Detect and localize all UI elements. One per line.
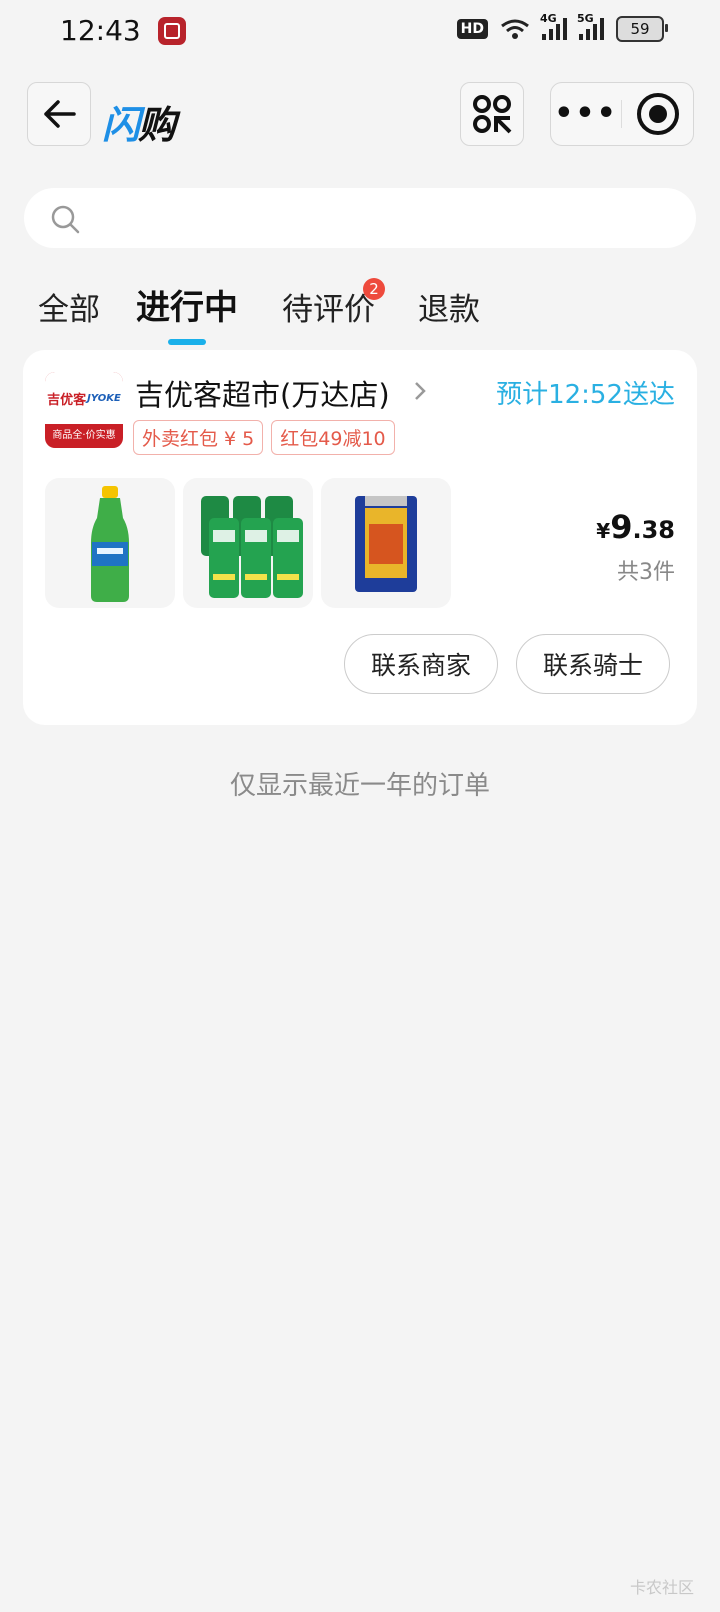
- sprite-bottle-icon: [91, 486, 129, 602]
- net-4g-label: 4G: [540, 12, 557, 25]
- beer-cans-icon: [201, 496, 303, 598]
- logo-en: JYOKE: [87, 392, 121, 404]
- price-decimal: .38: [632, 516, 675, 544]
- wifi-icon: [500, 18, 530, 40]
- order-tabs: 全部 进行中 待评价 2 退款: [0, 278, 720, 345]
- delivery-eta: 预计12:52送达: [496, 380, 675, 410]
- more-options-button[interactable]: •••: [551, 99, 621, 129]
- product-image-beer[interactable]: [183, 478, 313, 608]
- tab-refund[interactable]: 退款: [418, 284, 480, 329]
- order-card[interactable]: 吉优客 JYOKE 商品全·价实惠 吉优客超市(万达店) 预计12:52送达 外卖…: [23, 350, 697, 725]
- shangou-logo: 闪购: [102, 94, 176, 149]
- battery-icon: 59: [616, 16, 668, 42]
- brand-char-1: 闪: [102, 103, 140, 147]
- logo-slogan: 商品全·价实惠: [52, 430, 116, 441]
- tab-to-review[interactable]: 待评价 2: [282, 278, 385, 329]
- tab-to-review-label: 待评价: [282, 292, 375, 328]
- chevron-right-icon[interactable]: [413, 380, 427, 402]
- search-input[interactable]: [94, 198, 678, 240]
- arrow-left-icon: [44, 100, 76, 128]
- product-thumbnails[interactable]: [45, 478, 451, 608]
- nav-bar: 闪购 •••: [0, 82, 720, 149]
- status-time: 12:43: [60, 14, 141, 47]
- snack-pack-icon: [355, 496, 417, 592]
- signal-5g-icon: 5G: [577, 12, 604, 40]
- contact-rider-button[interactable]: 联系骑士: [516, 634, 670, 694]
- product-image-sprite[interactable]: [45, 478, 175, 608]
- store-name[interactable]: 吉优客超市(万达店): [135, 372, 390, 414]
- back-button[interactable]: [27, 82, 91, 146]
- mini-program-home-button[interactable]: [460, 82, 524, 146]
- item-count: 共3件: [617, 560, 675, 585]
- tab-in-progress-label: 进行中: [136, 288, 238, 328]
- contact-merchant-button[interactable]: 联系商家: [344, 634, 498, 694]
- order-total-price: ¥9.38: [596, 508, 675, 546]
- tab-refund-label: 退款: [418, 292, 480, 328]
- promo-tag: 红包49减10: [271, 420, 395, 455]
- store-logo: 吉优客 JYOKE 商品全·价实惠: [45, 372, 123, 448]
- tab-all[interactable]: 全部: [38, 284, 100, 329]
- search-icon: [51, 205, 80, 234]
- circles-grid-icon: [473, 95, 512, 134]
- promo-tags: 外卖红包 ¥ 5 红包49减10: [133, 420, 395, 455]
- status-bar: 12:43 HD 4G 5G 59: [0, 0, 720, 66]
- promo-tag: 外卖红包 ¥ 5: [133, 420, 264, 455]
- status-icons: HD 4G 5G 59: [456, 12, 668, 42]
- active-tab-indicator: [168, 339, 206, 345]
- signal-4g-icon: 4G: [540, 12, 567, 40]
- battery-level: 59: [630, 20, 650, 38]
- price-integer: 9: [610, 508, 633, 546]
- product-image-snack[interactable]: [321, 478, 451, 608]
- recent-orders-note: 仅显示最近一年的订单: [229, 771, 490, 801]
- tab-in-progress[interactable]: 进行中: [136, 280, 238, 345]
- review-count-badge: 2: [363, 278, 385, 300]
- logo-cn: 吉优客: [47, 392, 87, 408]
- brand-char-2: 购: [138, 103, 176, 147]
- close-mini-program-button[interactable]: [622, 92, 693, 136]
- capsule-menu: •••: [550, 82, 694, 146]
- watermark: 卡农社区: [629, 1578, 694, 1597]
- app-notification-icon: [158, 17, 186, 45]
- currency-symbol: ¥: [596, 519, 611, 543]
- net-5g-label: 5G: [577, 12, 594, 25]
- tab-all-label: 全部: [38, 292, 100, 328]
- search-bar[interactable]: [24, 188, 696, 248]
- target-icon: [636, 93, 679, 135]
- hd-icon: HD: [456, 19, 488, 39]
